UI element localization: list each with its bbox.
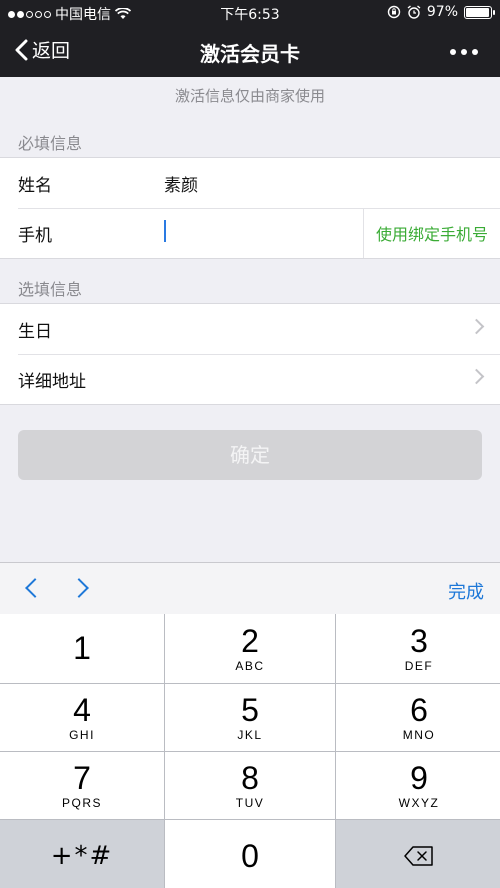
required-info-group: 姓名 素颜 手机 使用绑定手机号 (0, 157, 500, 259)
previous-field-icon[interactable] (25, 578, 45, 598)
birthday-label: 生日 (18, 321, 52, 342)
key-3[interactable]: 3 DEF (336, 614, 500, 683)
key-9[interactable]: 9 WXYZ (336, 752, 500, 819)
use-bound-phone-button[interactable]: 使用绑定手机号 (363, 208, 500, 258)
key-delete[interactable] (336, 820, 500, 888)
keyboard-toolbar: 完成 (0, 562, 500, 614)
next-field-icon[interactable] (69, 578, 89, 598)
more-icon (450, 49, 456, 55)
key-4[interactable]: 4 GHI (0, 684, 164, 751)
chevron-right-icon (468, 318, 485, 335)
text-cursor (164, 219, 166, 242)
battery-percent: 97% (426, 4, 458, 20)
rotation-lock-icon (387, 5, 401, 19)
key-0[interactable]: 0 (165, 820, 335, 888)
optional-section-label: 选填信息 (18, 280, 83, 299)
key-8[interactable]: 8 TUV (165, 752, 335, 819)
page-title: 激活会员卡 (200, 42, 300, 66)
backspace-icon (404, 845, 433, 866)
confirm-button[interactable]: 确定 (18, 430, 482, 480)
key-2[interactable]: 2 ABC (165, 614, 335, 683)
numeric-keypad: 1 2 ABC 3 DEF 4 GHI 5 JKL 6 MNO 7 PQRS 8 TUV 9W… (0, 614, 500, 888)
address-row[interactable]: 详细地址 (0, 354, 500, 404)
address-label: 详细地址 (18, 371, 86, 392)
done-button[interactable]: 完成 (448, 578, 484, 604)
more-button[interactable] (450, 49, 478, 55)
phone-row[interactable]: 手机 使用绑定手机号 (0, 208, 500, 258)
status-bar: 中国电信 下午6:53 97% (0, 0, 500, 26)
required-section-label: 必填信息 (18, 134, 83, 153)
top-bar: 中国电信 下午6:53 97% 返回 激活会员卡 (0, 0, 500, 77)
battery-icon (464, 5, 495, 19)
chevron-right-icon (468, 368, 485, 385)
key-5[interactable]: 5 JKL (165, 684, 335, 751)
birthday-row[interactable]: 生日 (0, 304, 500, 354)
key-symbols[interactable]: +*# (0, 820, 164, 888)
key-6[interactable]: 6 MNO (336, 684, 500, 751)
navigation-bar: 返回 激活会员卡 (0, 26, 500, 77)
notice-text: 激活信息仅由商家使用 (174, 87, 325, 105)
phone-label: 手机 (18, 225, 52, 246)
key-1[interactable]: 1 (0, 614, 164, 683)
key-7[interactable]: 7 PQRS (0, 752, 164, 819)
name-label: 姓名 (18, 175, 52, 196)
name-field[interactable]: 素颜 (164, 171, 500, 196)
alarm-icon (407, 5, 421, 19)
optional-info-group: 生日 详细地址 (0, 303, 500, 405)
name-row[interactable]: 姓名 素颜 (0, 158, 500, 208)
